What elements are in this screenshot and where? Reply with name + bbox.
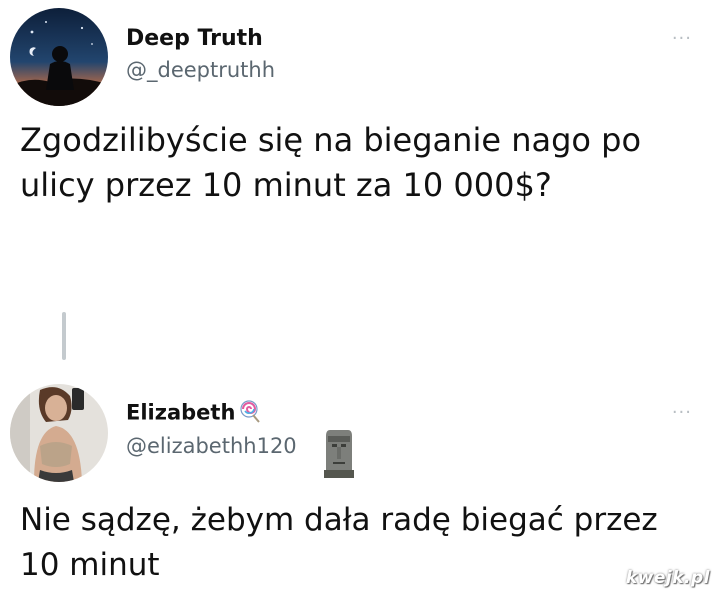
display-name-label: Elizabeth — [126, 400, 236, 425]
tweet-text: Nie sądzę, żebym dała radę biegać przez … — [20, 502, 658, 583]
avatar-image — [10, 384, 108, 482]
user-handle[interactable]: @elizabethh120 — [126, 434, 297, 458]
original-tweet: Deep Truth @_deeptruthh ··· Zgodzilibyśc… — [0, 0, 720, 300]
more-options-icon[interactable]: ··· — [672, 28, 692, 49]
moai-icon — [322, 426, 356, 478]
avatar-image — [10, 8, 108, 106]
watermark: kwejk.pl — [625, 568, 710, 588]
display-name[interactable]: Deep Truth — [126, 26, 263, 51]
avatar[interactable] — [10, 8, 108, 106]
avatar[interactable] — [10, 384, 108, 482]
more-options-icon[interactable]: ··· — [672, 402, 692, 423]
thread-connector-line — [62, 312, 66, 360]
tweet-text: Zgodzilibyście się na bieganie nago po u… — [20, 121, 642, 204]
lollipop-icon — [237, 399, 261, 428]
display-name[interactable]: Elizabeth — [126, 399, 261, 428]
reply-tweet: Elizabeth @elizabethh120 ··· Nie sądzę, … — [0, 370, 720, 596]
user-handle[interactable]: @_deeptruthh — [126, 58, 275, 82]
